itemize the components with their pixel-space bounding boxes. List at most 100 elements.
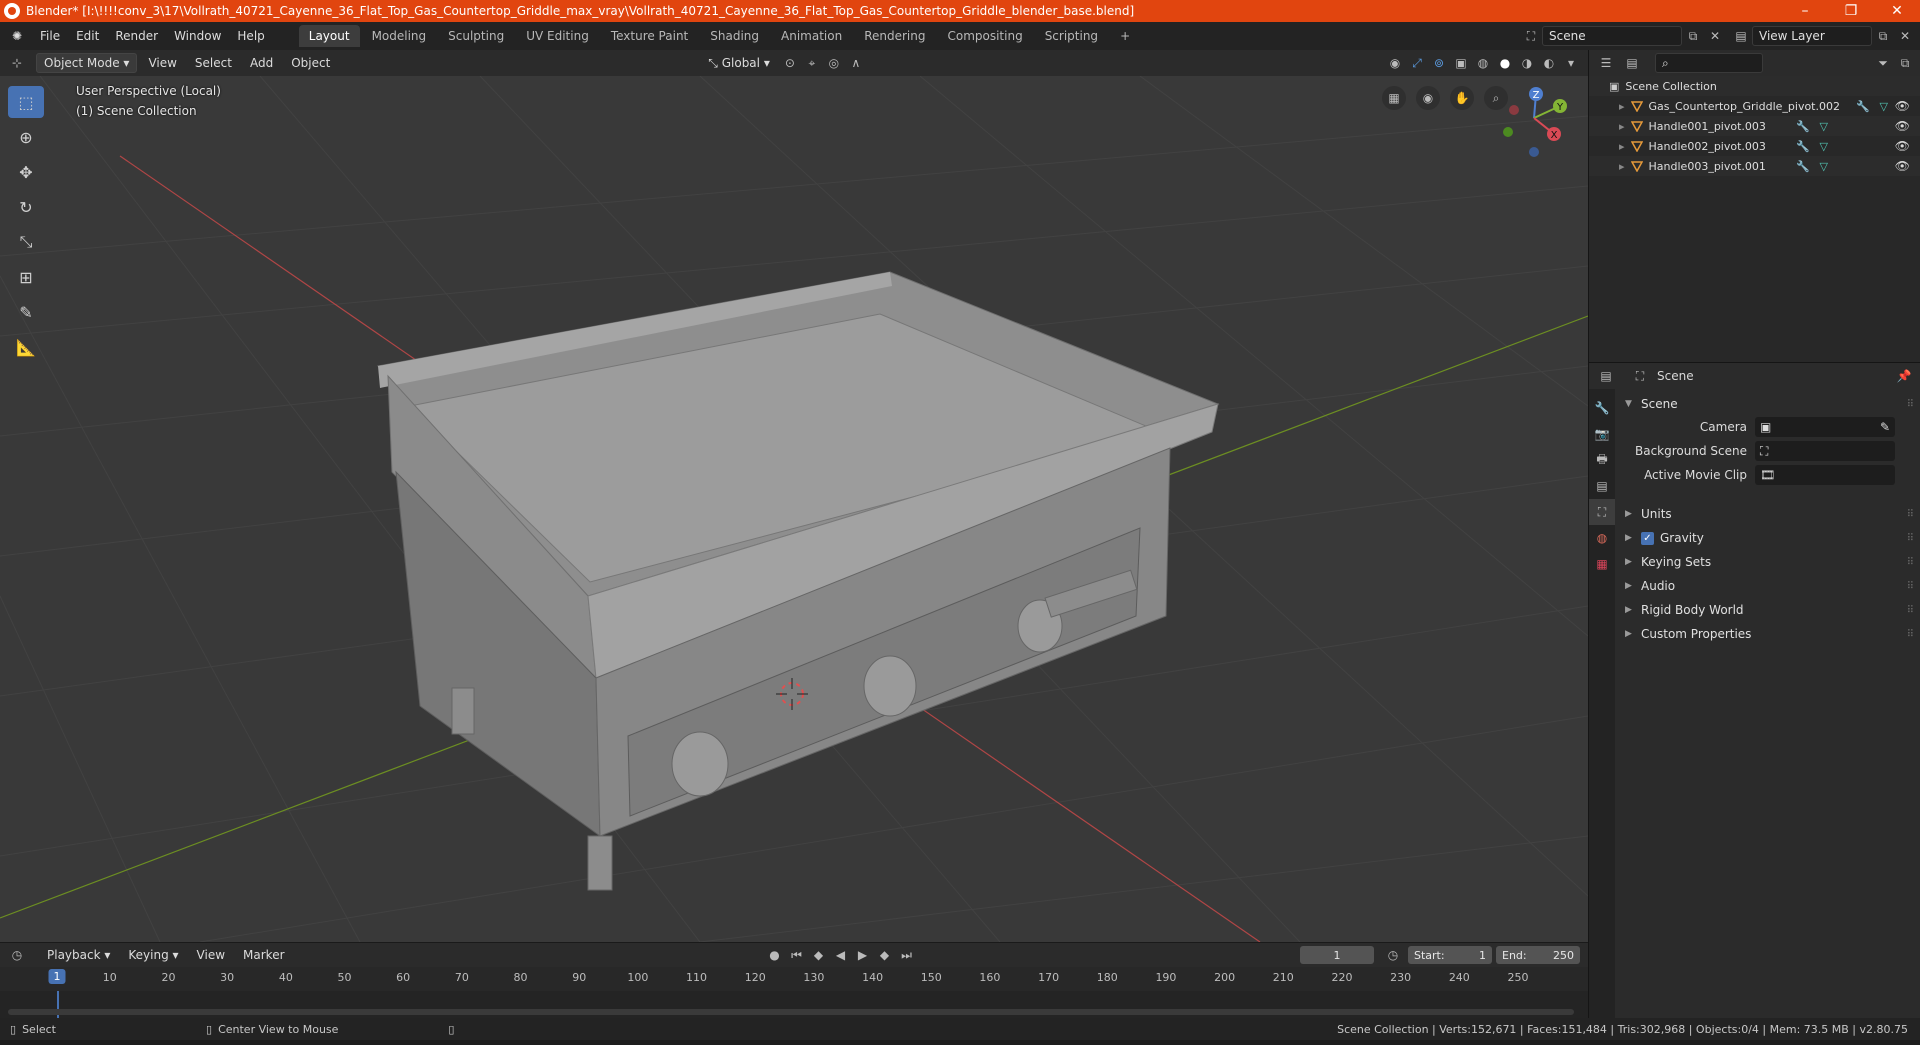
mesh-data-icon[interactable]: ▽: [1820, 140, 1828, 153]
eyedropper-icon[interactable]: ✎: [1880, 420, 1890, 434]
expand-arrow-icon[interactable]: ▸: [1619, 100, 1625, 113]
tab-animation[interactable]: Animation: [771, 25, 852, 47]
blender-menu-icon[interactable]: ✺: [8, 28, 26, 44]
transform-tool-icon[interactable]: ⊞: [8, 261, 44, 293]
gizmo-toggle-icon[interactable]: ⤢: [1408, 55, 1426, 71]
audio-panel-header[interactable]: ▶ Audio ⠿: [1615, 575, 1920, 597]
view-layer-icon[interactable]: ▤: [1732, 28, 1750, 44]
tab-texture-paint[interactable]: Texture Paint: [601, 25, 698, 47]
new-collection-icon[interactable]: ⧉: [1896, 55, 1914, 71]
modifier-wrench-icon[interactable]: 🔧: [1796, 140, 1810, 153]
new-view-layer-icon[interactable]: ⧉: [1874, 28, 1892, 44]
visibility-icon[interactable]: ◉: [1386, 55, 1404, 71]
timeline-editor-type-icon[interactable]: ◷: [8, 947, 26, 963]
outliner-item[interactable]: ▸ Gas_Countertop_Griddle_pivot.002 🔧 ▽ 👁: [1589, 96, 1920, 116]
menu-edit[interactable]: Edit: [68, 29, 107, 43]
menu-keying[interactable]: Keying ▾: [121, 946, 185, 964]
modifier-wrench-icon[interactable]: 🔧: [1856, 100, 1870, 113]
outliner-editor-type-icon[interactable]: ☰: [1597, 55, 1615, 71]
menu-select[interactable]: Select: [188, 54, 239, 72]
custom-properties-panel-header[interactable]: ▶ Custom Properties ⠿: [1615, 623, 1920, 645]
3d-viewport[interactable]: ⬚ ⊕ ✥ ↻ ⤡ ⊞ ✎ 📐 User Perspective (Local)…: [0, 76, 1588, 942]
timeline-track-area[interactable]: [0, 991, 1588, 1019]
camera-field[interactable]: ▣ ✎: [1755, 417, 1895, 437]
units-panel-header[interactable]: ▶ Units ⠿: [1615, 503, 1920, 525]
menu-window[interactable]: Window: [166, 29, 229, 43]
scene-icon[interactable]: ⛶: [1522, 28, 1540, 44]
timeline-scrollbar[interactable]: [8, 1009, 1574, 1015]
snap-icon[interactable]: ⌖: [803, 55, 821, 71]
render-tab-icon[interactable]: 📷: [1589, 421, 1615, 447]
scene-tab-icon[interactable]: ⛶: [1589, 499, 1615, 525]
menu-timeline-view[interactable]: View: [190, 946, 232, 964]
drag-handle-icon[interactable]: ⠿: [1907, 605, 1914, 616]
keying-sets-panel-header[interactable]: ▶ Keying Sets ⠿: [1615, 551, 1920, 573]
delete-scene-icon[interactable]: ✕: [1706, 28, 1724, 44]
scene-panel-header[interactable]: ▼ Scene ⠿: [1615, 393, 1920, 415]
timeline-ruler[interactable]: 1 10 20 30 40 50 60 70 80 90 100 110 120 130 140 150 160…: [0, 967, 1588, 991]
output-tab-icon[interactable]: 🖶: [1589, 447, 1615, 473]
expand-arrow-icon[interactable]: ▸: [1619, 140, 1625, 153]
modifier-wrench-icon[interactable]: 🔧: [1796, 120, 1810, 133]
rendered-shading-icon[interactable]: ◐: [1540, 55, 1558, 71]
pin-icon[interactable]: 📌: [1895, 368, 1913, 384]
menu-object[interactable]: Object: [284, 54, 337, 72]
expand-arrow-icon[interactable]: ▸: [1619, 120, 1625, 133]
menu-marker[interactable]: Marker: [236, 946, 291, 964]
close-icon[interactable]: ✕: [1874, 3, 1920, 19]
modifier-wrench-icon[interactable]: 🔧: [1796, 160, 1810, 173]
gravity-checkbox[interactable]: ✓: [1641, 531, 1654, 545]
tool-tab-icon[interactable]: 🔧: [1589, 395, 1615, 421]
rigid-body-world-panel-header[interactable]: ▶ Rigid Body World ⠿: [1615, 599, 1920, 621]
pan-hand-icon[interactable]: ✋: [1450, 86, 1474, 110]
current-frame-field[interactable]: 1: [1300, 946, 1374, 964]
measure-tool-icon[interactable]: 📐: [8, 331, 44, 363]
orientation-selector[interactable]: ⤡ Global ▾: [701, 54, 777, 73]
falloff-icon[interactable]: ∧: [847, 55, 865, 71]
jump-end-icon[interactable]: ⏭: [898, 947, 916, 963]
menu-file[interactable]: File: [32, 29, 68, 43]
cursor-tool-icon[interactable]: ⊕: [8, 121, 44, 153]
view-layer-selector[interactable]: View Layer: [1752, 26, 1872, 46]
tab-shading[interactable]: Shading: [700, 25, 769, 47]
filter-icon[interactable]: ⏷: [1874, 55, 1892, 71]
delete-view-layer-icon[interactable]: ✕: [1896, 28, 1914, 44]
drag-handle-icon[interactable]: ⠿: [1907, 557, 1914, 568]
expand-arrow-icon[interactable]: ▸: [1619, 160, 1625, 173]
menu-render[interactable]: Render: [107, 29, 166, 43]
minimize-icon[interactable]: –: [1782, 3, 1828, 19]
tab-sculpting[interactable]: Sculpting: [438, 25, 514, 47]
preview-range-icon[interactable]: ◷: [1384, 947, 1402, 963]
menu-help[interactable]: Help: [229, 29, 272, 43]
camera-view-icon[interactable]: ◉: [1416, 86, 1440, 110]
start-frame-field[interactable]: Start: 1: [1408, 946, 1492, 964]
movie-clip-field[interactable]: 🎞: [1755, 465, 1895, 485]
tab-layout[interactable]: Layout: [298, 25, 360, 47]
outliner-item[interactable]: ▸ Handle003_pivot.001 🔧 ▽ 👁: [1589, 156, 1920, 176]
outliner-item[interactable]: ▸ Handle001_pivot.003 🔧 ▽ 👁: [1589, 116, 1920, 136]
xray-icon[interactable]: ▣: [1452, 55, 1470, 71]
record-icon[interactable]: ●: [766, 947, 784, 963]
eye-icon[interactable]: 👁: [1895, 159, 1910, 173]
display-mode-icon[interactable]: ▤: [1623, 55, 1641, 71]
shading-options-icon[interactable]: ▾: [1562, 55, 1580, 71]
eye-icon[interactable]: 👁: [1895, 99, 1910, 113]
background-scene-field[interactable]: ⛶: [1755, 441, 1895, 461]
drag-handle-icon[interactable]: ⠿: [1907, 533, 1914, 544]
tab-compositing[interactable]: Compositing: [937, 25, 1032, 47]
material-shading-icon[interactable]: ◑: [1518, 55, 1536, 71]
menu-add[interactable]: Add: [243, 54, 280, 72]
mesh-data-icon[interactable]: ▽: [1820, 160, 1828, 173]
jump-start-icon[interactable]: ⏮: [788, 947, 806, 963]
navigation-gizmo[interactable]: Z Y X: [1490, 76, 1570, 160]
prev-keyframe-icon[interactable]: ◆: [810, 947, 828, 963]
add-workspace-icon[interactable]: +: [1110, 25, 1140, 47]
eye-icon[interactable]: 👁: [1895, 119, 1910, 133]
mesh-data-icon[interactable]: ▽: [1820, 120, 1828, 133]
outliner-search-input[interactable]: ⌕: [1655, 53, 1763, 73]
move-tool-icon[interactable]: ✥: [8, 156, 44, 188]
view-layer-tab-icon[interactable]: ▤: [1589, 473, 1615, 499]
outliner-item[interactable]: ▸ Handle002_pivot.003 🔧 ▽ 👁: [1589, 136, 1920, 156]
pivot-icon[interactable]: ⊙: [781, 55, 799, 71]
select-box-tool-icon[interactable]: ⬚: [8, 86, 44, 118]
